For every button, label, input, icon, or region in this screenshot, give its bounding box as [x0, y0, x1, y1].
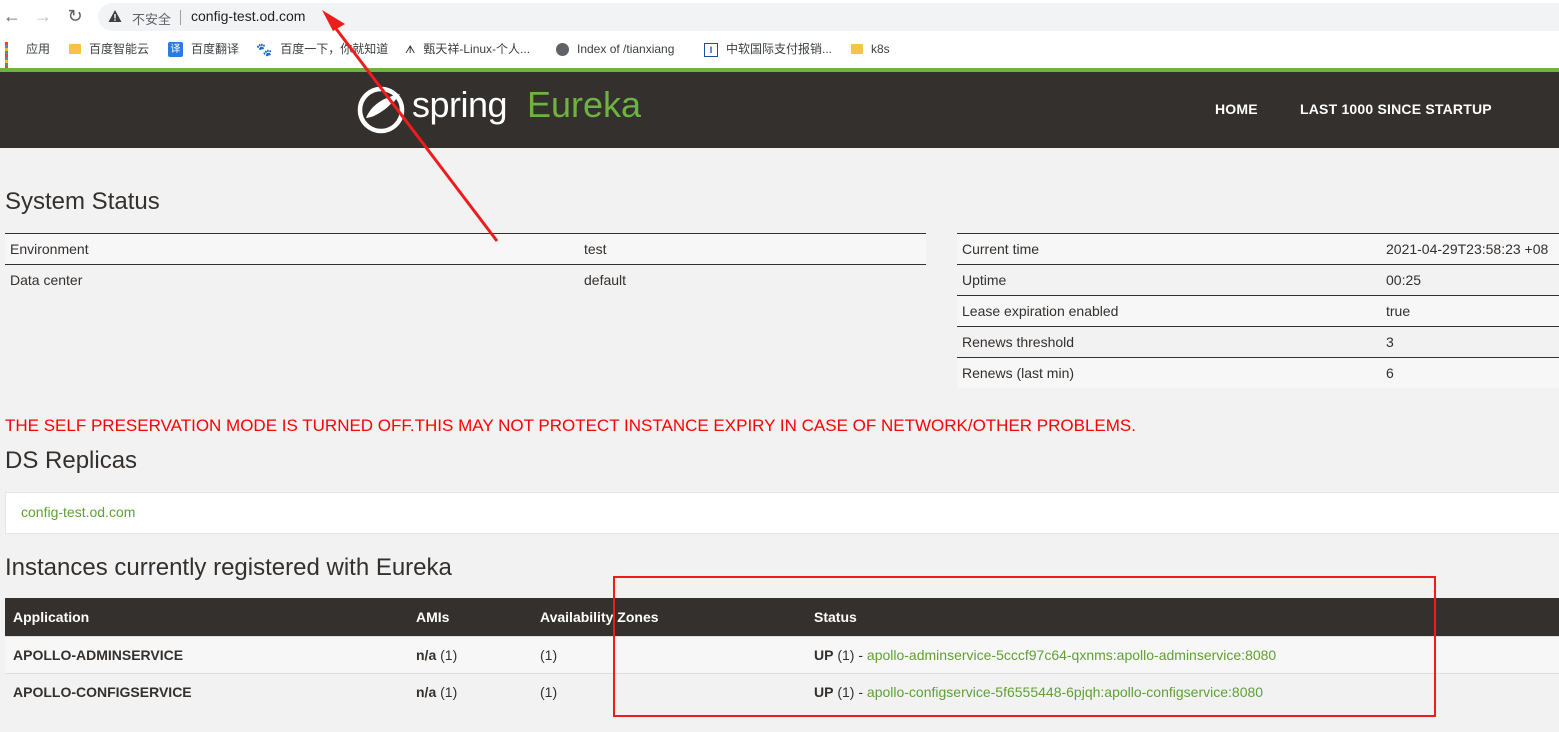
blog-icon: ᗑ	[405, 43, 416, 56]
browser-chrome: ← → ↻ 不安全 config-test.od.com 应用 百度智能云 译百…	[0, 0, 1559, 70]
status-row: Uptime 00:25	[957, 264, 1559, 296]
status-value: 6	[1381, 357, 1559, 388]
ds-replicas-title: DS Replicas	[5, 447, 138, 474]
status-value: test	[579, 233, 926, 265]
status-label: Renews (last min)	[957, 357, 1381, 388]
bookmark-label: Index of /tianxiang	[577, 42, 675, 56]
brand-spring: spring	[412, 84, 508, 125]
status-row: Environment test	[5, 233, 926, 265]
bookmark-linux-blog[interactable]: ᗑ 甄天祥-Linux-个人...	[405, 38, 530, 60]
folder-icon	[851, 43, 863, 54]
status-row: Renews (last min) 6	[957, 357, 1559, 388]
ami-count: (1)	[440, 647, 458, 663]
instances-table: Application AMIs Availability Zones Stat…	[5, 598, 1559, 710]
folder-icon	[69, 43, 81, 54]
insecure-label: 不安全	[132, 12, 172, 27]
status-value: default	[579, 264, 926, 295]
nav-last-1000-link[interactable]: LAST 1000 SINCE STARTUP	[1300, 101, 1492, 117]
bookmark-apps[interactable]: 应用	[5, 38, 51, 70]
status-count: (1) -	[837, 684, 867, 700]
status-value: 3	[1381, 326, 1559, 358]
ami-value: n/a	[416, 684, 437, 700]
status-up: UP	[814, 647, 834, 663]
status-row: Current time 2021-04-29T23:58:23 +08	[957, 233, 1559, 265]
ami-cell: n/a (1)	[408, 636, 532, 674]
ami-value: n/a	[416, 647, 437, 663]
bookmark-label: 甄天祥-Linux-个人...	[423, 42, 531, 56]
bookmark-index-tianxiang[interactable]: Index of /tianxiang	[556, 38, 674, 60]
ds-replicas-list: config-test.od.com	[5, 492, 1559, 534]
column-header-application: Application	[5, 598, 408, 637]
warning-triangle-icon	[108, 10, 122, 22]
bookmark-baidu-translate[interactable]: 译百度翻译	[168, 38, 239, 60]
status-label: Current time	[957, 233, 1381, 265]
bookmark-baidu[interactable]: 🐾 百度一下，你就知道	[256, 38, 388, 60]
status-up: UP	[814, 684, 834, 700]
table-header-row: Application AMIs Availability Zones Stat…	[5, 598, 1559, 637]
system-status-title: System Status	[5, 188, 160, 215]
translate-icon: 译	[168, 42, 183, 58]
forward-arrow-icon[interactable]: →	[31, 4, 55, 28]
back-arrow-icon[interactable]: ←	[0, 4, 24, 28]
status-count: (1) -	[837, 647, 867, 663]
instances-title: Instances currently registered with Eure…	[5, 554, 452, 581]
table-row: APOLLO-CONFIGSERVICE n/a (1) (1) UP (1) …	[5, 673, 1559, 710]
reload-icon[interactable]: ↻	[63, 4, 87, 28]
ami-count: (1)	[440, 684, 458, 700]
apps-grid-icon	[5, 42, 18, 70]
bookmark-chinasoft[interactable]: I 中软国际支付报销...	[704, 38, 832, 60]
spring-leaf-logo-icon	[357, 86, 405, 134]
bookmark-label: 百度一下，你就知道	[280, 42, 389, 56]
bookmark-k8s[interactable]: k8s	[851, 38, 890, 60]
system-status-left-table: Environment test Data center default	[5, 233, 926, 295]
baidu-paw-icon: 🐾	[256, 41, 273, 57]
zones-cell: (1)	[532, 673, 806, 710]
column-header-amis: AMIs	[408, 598, 532, 637]
instance-link[interactable]: apollo-configservice-5f6555448-6pjqh:apo…	[867, 684, 1263, 700]
status-label: Lease expiration enabled	[957, 295, 1381, 327]
ami-cell: n/a (1)	[408, 673, 532, 710]
status-value: 00:25	[1381, 264, 1559, 296]
bookmark-label: 中软国际支付报销...	[726, 42, 833, 56]
status-label: Environment	[5, 233, 579, 265]
self-preservation-warning: THE SELF PRESERVATION MODE IS TURNED OFF…	[5, 416, 1136, 435]
brand-eureka: Eureka	[527, 84, 642, 125]
bookmark-label: 应用	[26, 42, 51, 56]
bookmarks-bar: 应用 百度智能云 译百度翻译 🐾 百度一下，你就知道 ᗑ 甄天祥-Linux-个人.…	[0, 38, 1559, 70]
status-value: true	[1381, 295, 1559, 327]
chinasoft-icon: I	[704, 42, 718, 57]
status-row: Lease expiration enabled true	[957, 295, 1559, 327]
application-name: APOLLO-CONFIGSERVICE	[5, 673, 408, 710]
address-separator	[180, 10, 181, 25]
status-cell: UP (1) - apollo-configservice-5f6555448-…	[806, 673, 1559, 710]
bookmark-label: k8s	[871, 42, 890, 56]
status-label: Renews threshold	[957, 326, 1381, 358]
zones-cell: (1)	[532, 636, 806, 674]
bookmark-baidu-cloud[interactable]: 百度智能云	[69, 38, 149, 60]
bookmark-label: 百度翻译	[191, 42, 240, 56]
column-header-status: Status	[806, 598, 1559, 637]
instance-link[interactable]: apollo-adminservice-5cccf97c64-qxnms:apo…	[867, 647, 1276, 663]
system-status-right-table: Current time 2021-04-29T23:58:23 +08 Upt…	[957, 233, 1559, 388]
table-row: APOLLO-ADMINSERVICE n/a (1) (1) UP (1) -…	[5, 636, 1559, 674]
status-cell: UP (1) - apollo-adminservice-5cccf97c64-…	[806, 636, 1559, 674]
address-bar[interactable]: 不安全 config-test.od.com	[98, 3, 1559, 31]
replica-link[interactable]: config-test.od.com	[21, 504, 135, 520]
column-header-zones: Availability Zones	[532, 598, 806, 637]
status-label: Data center	[5, 264, 579, 295]
status-value: 2021-04-29T23:58:23 +08	[1381, 233, 1559, 265]
nav-home-link[interactable]: HOME	[1215, 101, 1258, 117]
application-name: APOLLO-ADMINSERVICE	[5, 636, 408, 674]
status-label: Uptime	[957, 264, 1381, 296]
bookmark-label: 百度智能云	[89, 42, 150, 56]
status-row: Data center default	[5, 264, 926, 295]
eureka-navbar: spring Eureka HOME LAST 1000 SINCE START…	[0, 72, 1559, 148]
globe-icon	[556, 43, 569, 57]
url-text[interactable]: config-test.od.com	[191, 8, 305, 24]
status-row: Renews threshold 3	[957, 326, 1559, 358]
